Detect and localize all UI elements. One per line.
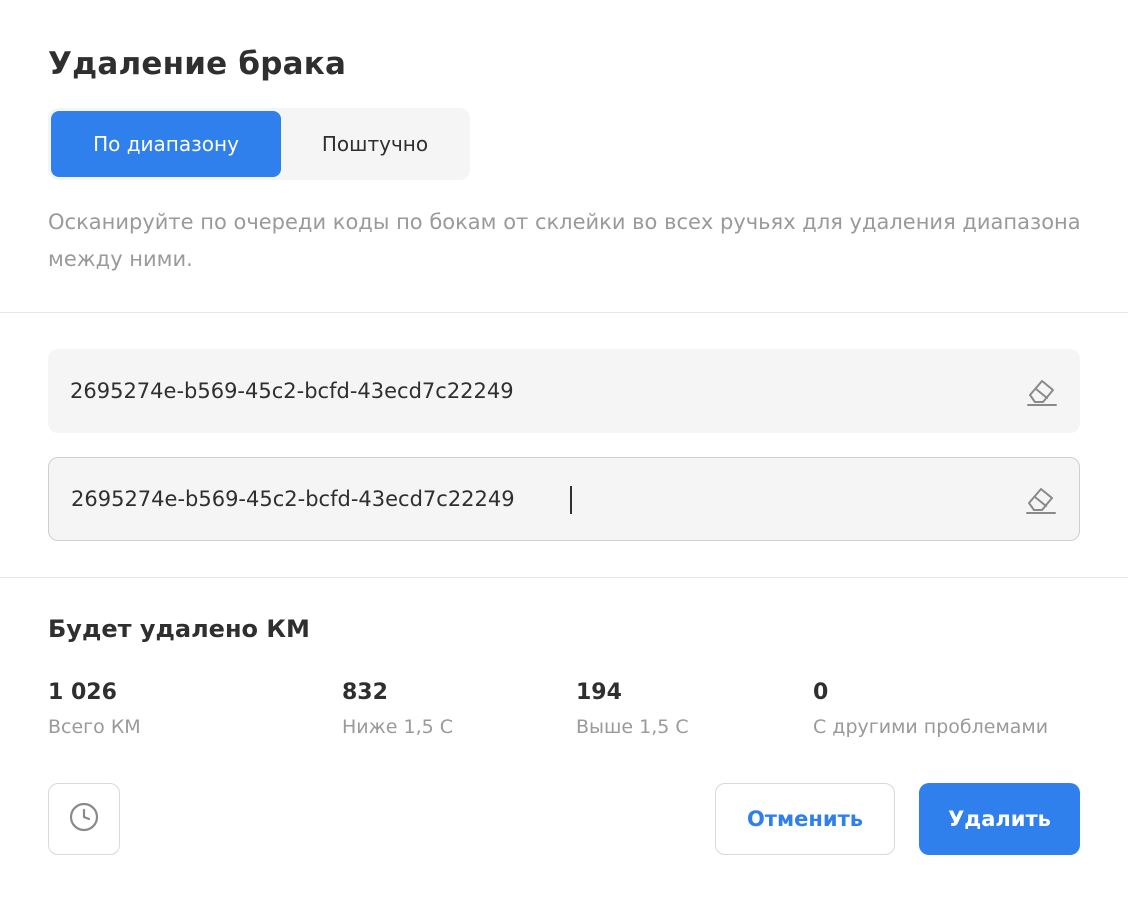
first-code-field bbox=[48, 349, 1080, 433]
stat-value: 832 bbox=[342, 680, 388, 705]
instruction-text: Осканируйте по очереди коды по бокам от … bbox=[48, 210, 1081, 271]
mode-switch: По диапазону Поштучно bbox=[48, 108, 470, 180]
page-title: Удаление брака bbox=[48, 46, 347, 82]
eraser-icon[interactable] bbox=[1024, 373, 1060, 409]
stat-value: 1 026 bbox=[48, 680, 117, 705]
divider bbox=[0, 312, 1128, 313]
tab-by-range[interactable]: По диапазону bbox=[51, 111, 281, 177]
stat-label: Всего КМ bbox=[48, 716, 141, 738]
clock-icon bbox=[67, 800, 101, 838]
stat-value: 0 bbox=[813, 680, 829, 705]
history-button[interactable] bbox=[48, 783, 120, 855]
text-caret bbox=[570, 486, 572, 514]
stat-above: 194 Выше 1,5 С bbox=[576, 678, 689, 740]
stat-value: 194 bbox=[576, 680, 622, 705]
second-code-input[interactable] bbox=[71, 458, 1011, 540]
tab-by-piece[interactable]: Поштучно bbox=[283, 111, 467, 177]
stat-below: 832 Ниже 1,5 С bbox=[342, 678, 453, 740]
eraser-icon[interactable] bbox=[1023, 481, 1059, 517]
summary-title: Будет удалено КМ bbox=[48, 615, 310, 643]
second-code-field bbox=[48, 457, 1080, 541]
stat-label: Ниже 1,5 С bbox=[342, 716, 454, 738]
stat-total: 1 026 Всего КМ bbox=[48, 678, 141, 740]
stat-other: 0 С другими проблемами bbox=[813, 678, 1048, 740]
delete-button[interactable]: Удалить bbox=[919, 783, 1080, 855]
divider bbox=[0, 577, 1128, 578]
stat-label: Выше 1,5 С bbox=[576, 716, 689, 738]
first-code-input[interactable] bbox=[70, 349, 1010, 433]
stat-label: С другими проблемами bbox=[813, 716, 1049, 738]
cancel-button[interactable]: Отменить bbox=[715, 783, 895, 855]
